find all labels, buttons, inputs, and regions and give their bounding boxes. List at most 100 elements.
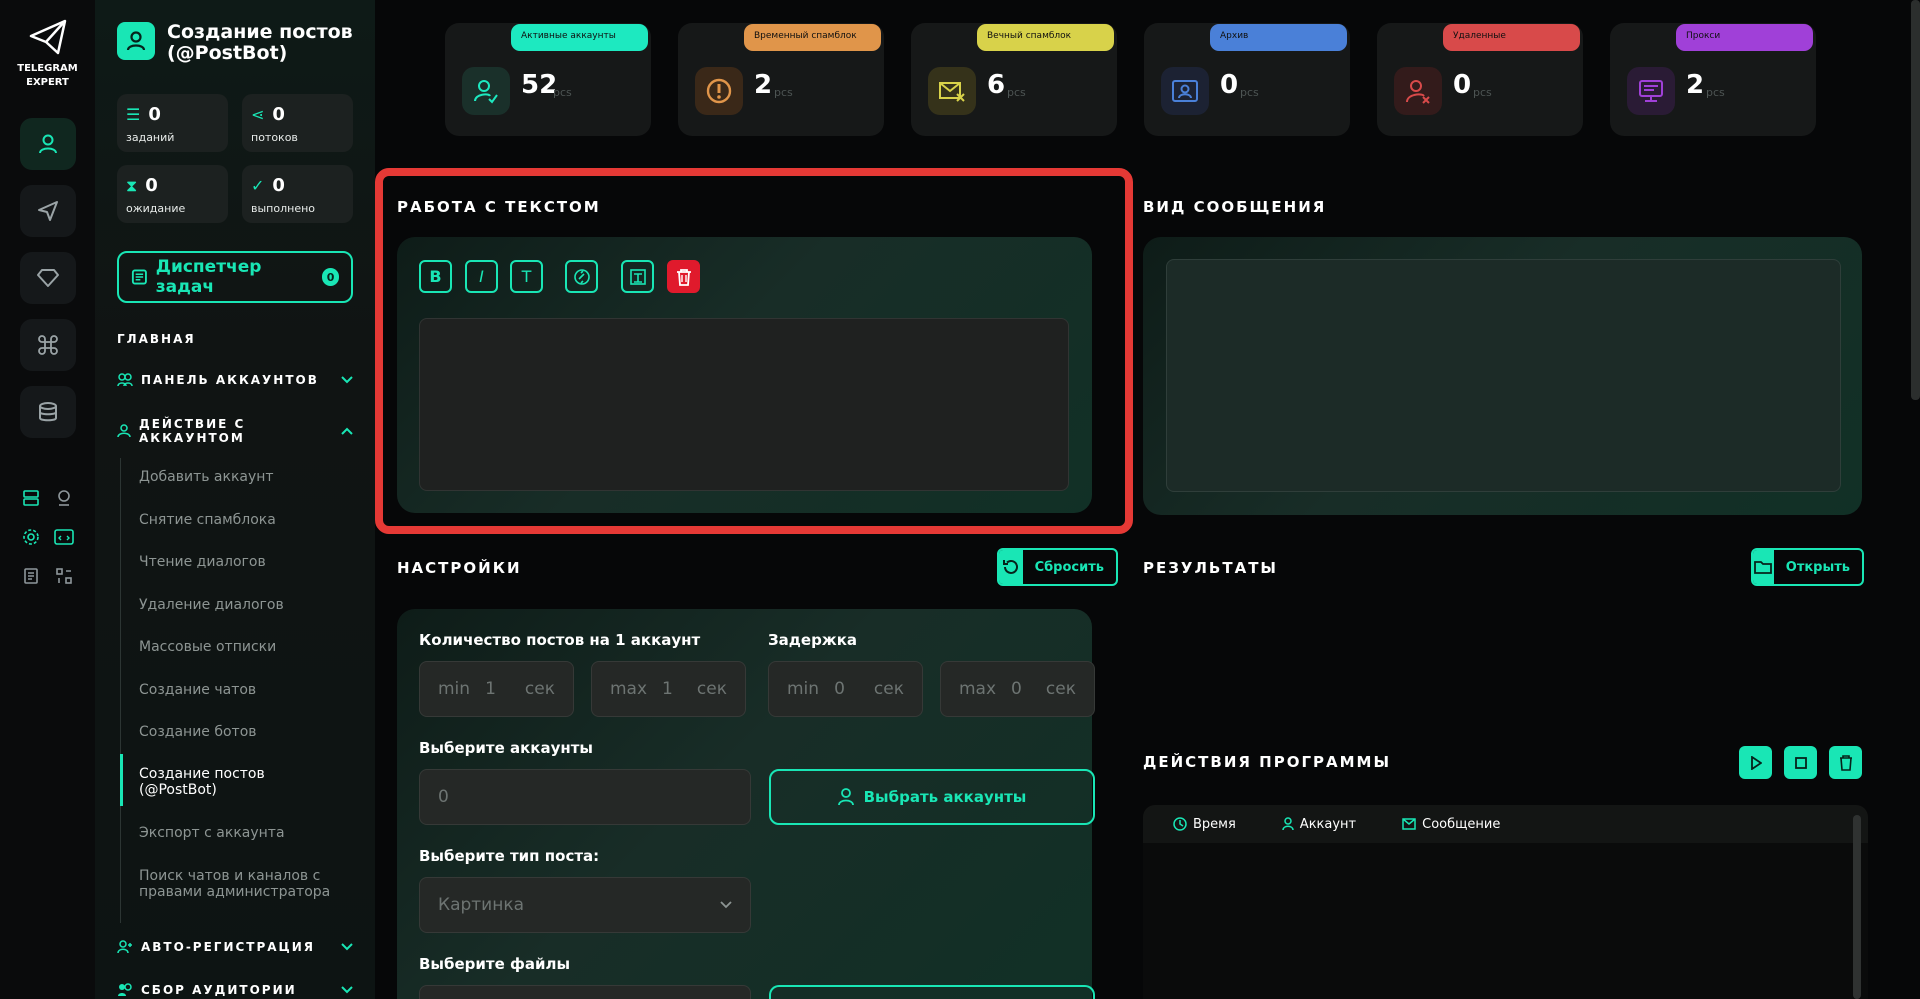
users-icon (117, 983, 133, 997)
preview-title: ВИД СООБЩЕНИЯ (1143, 198, 1327, 216)
user-remove-icon (1394, 67, 1442, 115)
files-input[interactable] (419, 985, 751, 999)
open-results-button[interactable]: Открыть (1751, 548, 1864, 586)
log-col-time: Время (1173, 817, 1236, 832)
sidebar-item-admin-search[interactable]: Поиск чатов и каналов с правами админист… (139, 868, 339, 900)
message-text-input[interactable] (419, 318, 1069, 491)
server-list-icon[interactable] (19, 486, 43, 510)
user-icon (1282, 817, 1294, 831)
settings-gear-icon[interactable] (19, 525, 43, 549)
sidebar-item-spamblock[interactable]: Снятие спамблока (139, 512, 349, 528)
code-window-icon[interactable] (52, 525, 76, 549)
format-text-button[interactable] (621, 260, 654, 293)
play-button[interactable] (1739, 746, 1772, 779)
card-deleted[interactable]: Удаленные 0 pcs (1377, 23, 1583, 136)
hourglass-icon: ⧗ (126, 175, 138, 195)
choose-files-button[interactable] (769, 985, 1095, 999)
premium-nav-button[interactable] (20, 252, 76, 304)
posts-max-input[interactable]: max 1 сек (591, 661, 746, 717)
accounts-count-input[interactable]: 0 (419, 769, 751, 825)
clear-log-button[interactable] (1829, 746, 1862, 779)
delay-max-input[interactable]: max 0 сек (940, 661, 1095, 717)
sidebar-item-export[interactable]: Экспорт с аккаунта (139, 825, 349, 841)
nav-auto-registration[interactable]: АВТО-РЕГИСТРАЦИЯ (117, 940, 353, 954)
main-heading: ГЛАВНАЯ (117, 332, 196, 346)
stat-waiting: ⧗ 0 ожидание (117, 165, 228, 223)
accounts-nav-button[interactable] (20, 118, 76, 170)
users-icon (117, 373, 133, 387)
link-button[interactable] (565, 260, 598, 293)
italic-button[interactable]: I (465, 260, 498, 293)
chevron-up-icon (341, 427, 353, 435)
settings-title: НАСТРОЙКИ (397, 559, 522, 577)
post-type-select[interactable]: Картинка (419, 877, 751, 933)
account-actions-submenu: Добавить аккаунт Снятие спамблока Чтение… (120, 458, 350, 923)
trash-icon (1839, 754, 1852, 771)
user-icon (117, 424, 131, 438)
card-proxy[interactable]: Прокси 2 pcs (1610, 23, 1816, 136)
mail-icon (1402, 818, 1416, 830)
warning-icon (695, 67, 743, 115)
card-perm-spamblock[interactable]: Вечный спамблок 6 pcs (911, 23, 1117, 136)
posts-count-label: Количество постов на 1 аккаунт (419, 631, 701, 649)
location-icon[interactable] (52, 486, 76, 510)
posts-min-input[interactable]: min 1 сек (419, 661, 574, 717)
dispatcher-icon (131, 269, 147, 285)
sidebar-item-create-posts[interactable]: Создание постов (@PostBot) (139, 766, 299, 798)
send-icon (38, 201, 58, 221)
app-user-icon (117, 22, 155, 60)
text-section-title: РАБОТА С ТЕКСТОМ (397, 198, 601, 216)
nav-account-panel[interactable]: ПАНЕЛЬ АККАУНТОВ (117, 373, 353, 387)
reset-button[interactable]: Сбросить (997, 548, 1118, 586)
stat-threads: ⋖ 0 потоков (242, 94, 353, 152)
document-icon[interactable] (19, 564, 43, 588)
send-nav-button[interactable] (20, 185, 76, 237)
sidebar-item-delete-dialogs[interactable]: Удаление диалогов (139, 597, 349, 613)
link-icon (573, 268, 590, 285)
mail-blocked-icon (928, 67, 976, 115)
clear-button[interactable] (667, 260, 700, 293)
message-preview (1166, 259, 1841, 492)
play-icon (1750, 755, 1762, 770)
commands-nav-button[interactable] (20, 319, 76, 371)
delay-min-input[interactable]: min 0 сек (768, 661, 923, 717)
card-temp-spamblock[interactable]: Временный спамблок 2 pcs (678, 23, 884, 136)
logo: TELEGRAM EXPERT (0, 18, 95, 90)
delay-label: Задержка (768, 631, 858, 649)
log-scrollbar[interactable] (1853, 815, 1861, 999)
chevron-down-icon (341, 376, 353, 384)
telegram-logo-icon (29, 19, 66, 55)
share-icon: ⋖ (251, 105, 265, 124)
bold-button[interactable]: B (419, 260, 452, 293)
sidebar-item-create-chats[interactable]: Создание чатов (139, 682, 349, 698)
tasks-icon: ☰ (126, 105, 141, 124)
task-dispatcher-button[interactable]: Диспетчер задач 0 (117, 251, 353, 303)
nav-audience[interactable]: СБОР АУДИТОРИИ (117, 983, 353, 997)
page-scrollbar[interactable] (1911, 0, 1920, 400)
choose-accounts-button[interactable]: Выбрать аккаунты (769, 769, 1095, 825)
stat-done: ✓ 0 выполнено (242, 165, 353, 223)
check-circle-icon: ✓ (251, 176, 265, 195)
command-icon (38, 335, 58, 355)
database-nav-button[interactable] (20, 386, 76, 438)
grid-tools-icon[interactable] (52, 564, 76, 588)
sidebar-item-add-account[interactable]: Добавить аккаунт (139, 469, 349, 485)
card-archive[interactable]: Архив 0 pcs (1144, 23, 1350, 136)
log-title: ДЕЙСТВИЯ ПРОГРАММЫ (1143, 753, 1392, 771)
main-content: Активные аккаунты 52 pcs Временный спамбл… (375, 0, 1920, 999)
card-active-accounts[interactable]: Активные аккаунты 52 pcs (445, 23, 651, 136)
user-icon (837, 788, 854, 806)
log-col-message: Сообщение (1402, 817, 1500, 832)
stop-button[interactable] (1784, 746, 1817, 779)
database-icon (39, 402, 57, 422)
trash-icon (676, 268, 691, 286)
sidebar-item-read-dialogs[interactable]: Чтение диалогов (139, 554, 349, 570)
folder-icon (1753, 550, 1774, 584)
sidebar-item-create-bots[interactable]: Создание ботов (139, 724, 349, 740)
monospace-button[interactable]: T (510, 260, 543, 293)
log-header: Время Аккаунт Сообщение (1143, 805, 1868, 843)
nav-account-actions[interactable]: ДЕЙСТВИЕ С АККАУНТОМ (117, 417, 353, 445)
chevron-down-icon (720, 901, 732, 909)
sidebar-item-unsubscribe[interactable]: Массовые отписки (139, 639, 349, 655)
clock-icon (1173, 817, 1187, 831)
